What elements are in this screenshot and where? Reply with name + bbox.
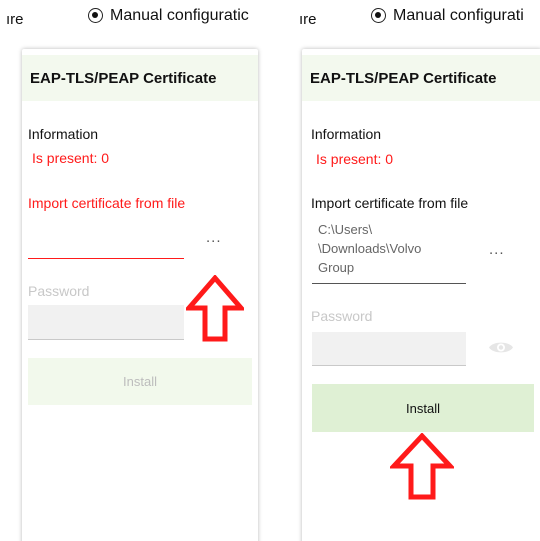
import-certificate-label: Import certificate from file [311,195,469,211]
card-header: EAP-TLS/PEAP Certificate [302,55,540,101]
password-label: Password [311,308,373,324]
cut-off-label: ıre [299,11,317,28]
information-heading: Information [28,126,99,142]
card-title: EAP-TLS/PEAP Certificate [310,70,497,87]
panel-before: ıre Manual configuratic EAP-TLS/PEAP Cer… [0,0,270,541]
password-input[interactable] [312,332,466,366]
radio-label: Manual configuratic [110,7,249,24]
top-bar: ıre Manual configurati [293,0,540,44]
is-present-label: Is present: 0 [32,150,110,166]
is-present-value: 0 [101,150,110,166]
top-bar: ıre Manual configuratic [0,0,270,44]
import-certificate-label: Import certificate from file [28,195,186,211]
radio-selected-icon[interactable] [88,8,103,23]
eye-icon[interactable] [488,339,514,356]
install-button[interactable]: Install [28,358,252,405]
file-path-input[interactable] [28,258,184,259]
radio-label: Manual configurati [393,7,524,24]
install-button[interactable]: Install [312,384,534,432]
browse-ellipsis-icon[interactable]: ... [489,241,505,258]
radio-selected-icon[interactable] [371,8,386,23]
browse-ellipsis-icon[interactable]: ... [206,229,222,246]
up-arrow-icon [186,275,244,342]
password-input[interactable] [28,305,184,340]
card-header: EAP-TLS/PEAP Certificate [22,55,258,101]
file-path-value[interactable]: C:\Users\ \Downloads\Volvo Group [318,220,421,277]
divider [270,0,293,541]
is-present-label: Is present: 0 [316,151,394,167]
card-title: EAP-TLS/PEAP Certificate [30,70,217,87]
is-present-value: 0 [385,151,394,167]
cut-off-label: ıre [6,11,24,28]
panel-after: ıre Manual configurati EAP-TLS/PEAP Cert… [293,0,540,541]
file-path-underline [312,283,466,284]
password-label: Password [28,283,90,299]
up-arrow-icon [390,433,454,500]
information-heading: Information [311,126,382,142]
